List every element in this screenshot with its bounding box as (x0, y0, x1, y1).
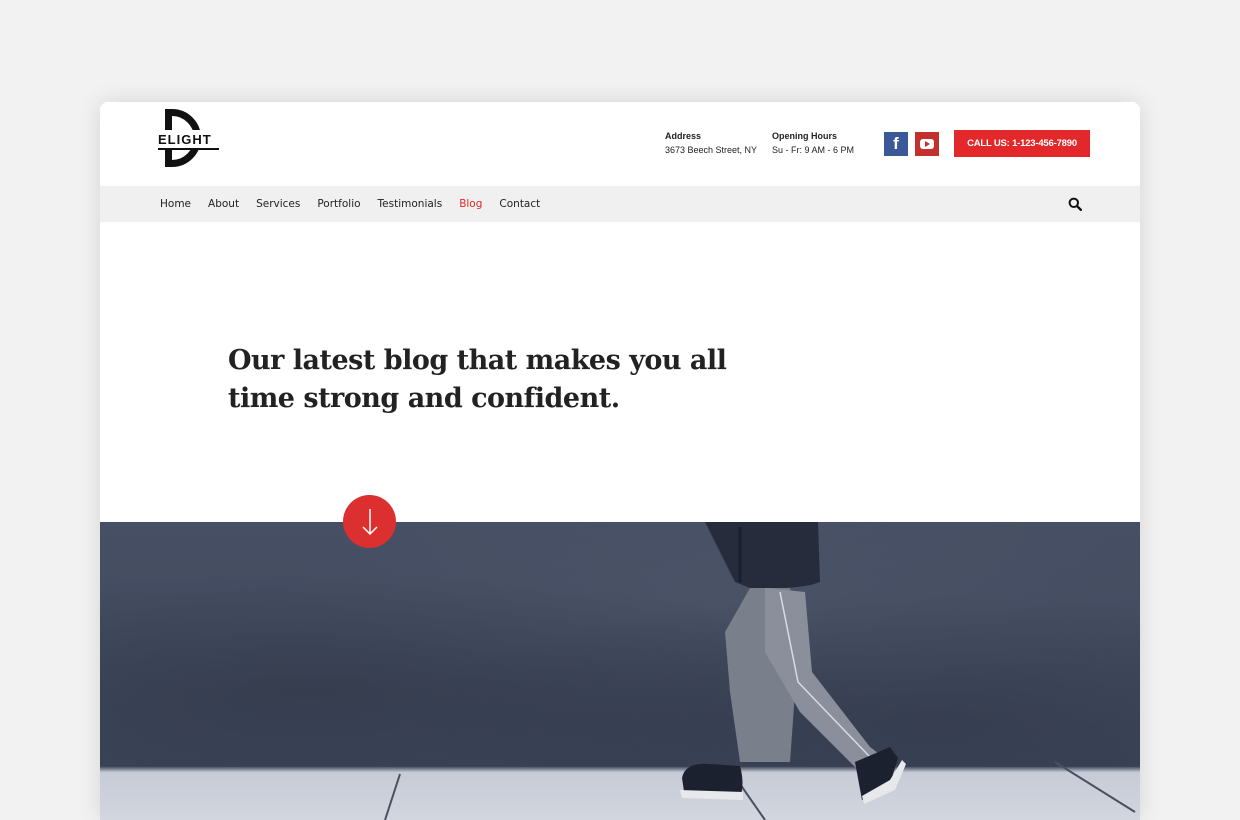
hero-title: Our latest blog that makes you all time … (228, 342, 748, 418)
nav-items: Home About Services Portfolio Testimonials Bl… (160, 186, 557, 222)
nav-item-home[interactable]: Home (160, 198, 191, 210)
opening-hours-label: Opening Hours (772, 131, 837, 141)
site-logo[interactable]: ELIGHT (158, 108, 220, 174)
nav-item-about[interactable]: About (208, 198, 239, 210)
nav-item-services[interactable]: Services (256, 198, 300, 210)
browser-frame: ELIGHT Address 3673 Beech Street, NY Ope… (100, 102, 1140, 820)
hero-title-line-1: Our latest blog that makes you all (228, 345, 727, 376)
search-icon[interactable] (1068, 197, 1082, 211)
opening-hours-info: Opening Hours Su - Fr: 9 AM - 6 PM (772, 131, 854, 155)
scroll-down-button[interactable] (343, 495, 396, 548)
address-label: Address (665, 131, 702, 141)
address-info: Address 3673 Beech Street, NY (665, 131, 757, 155)
nav-item-contact[interactable]: Contact (499, 198, 540, 210)
facebook-icon[interactable]: f (884, 132, 908, 156)
walking-person-illustration (384, 522, 1136, 820)
nav-item-testimonials[interactable]: Testimonials (378, 198, 443, 210)
arrow-down-icon (361, 508, 378, 535)
site-header: ELIGHT Address 3673 Beech Street, NY Ope… (100, 102, 1140, 186)
opening-hours-value: Su - Fr: 9 AM - 6 PM (772, 145, 855, 155)
hero-photo (100, 522, 1140, 820)
call-us-button[interactable]: CALL US: 1-123-456-7890 (954, 130, 1090, 157)
youtube-icon[interactable] (915, 132, 939, 156)
youtube-play-glyph (920, 139, 934, 149)
address-value: 3673 Beech Street, NY (665, 145, 758, 155)
nav-item-portfolio[interactable]: Portfolio (317, 198, 360, 210)
nav-item-blog[interactable]: Blog (459, 198, 482, 210)
main-nav: Home About Services Portfolio Testimonials Bl… (100, 186, 1140, 222)
logo-underline (158, 148, 219, 150)
logo-text: ELIGHT (158, 132, 212, 147)
hero-title-line-2: time strong and confident. (228, 383, 620, 414)
